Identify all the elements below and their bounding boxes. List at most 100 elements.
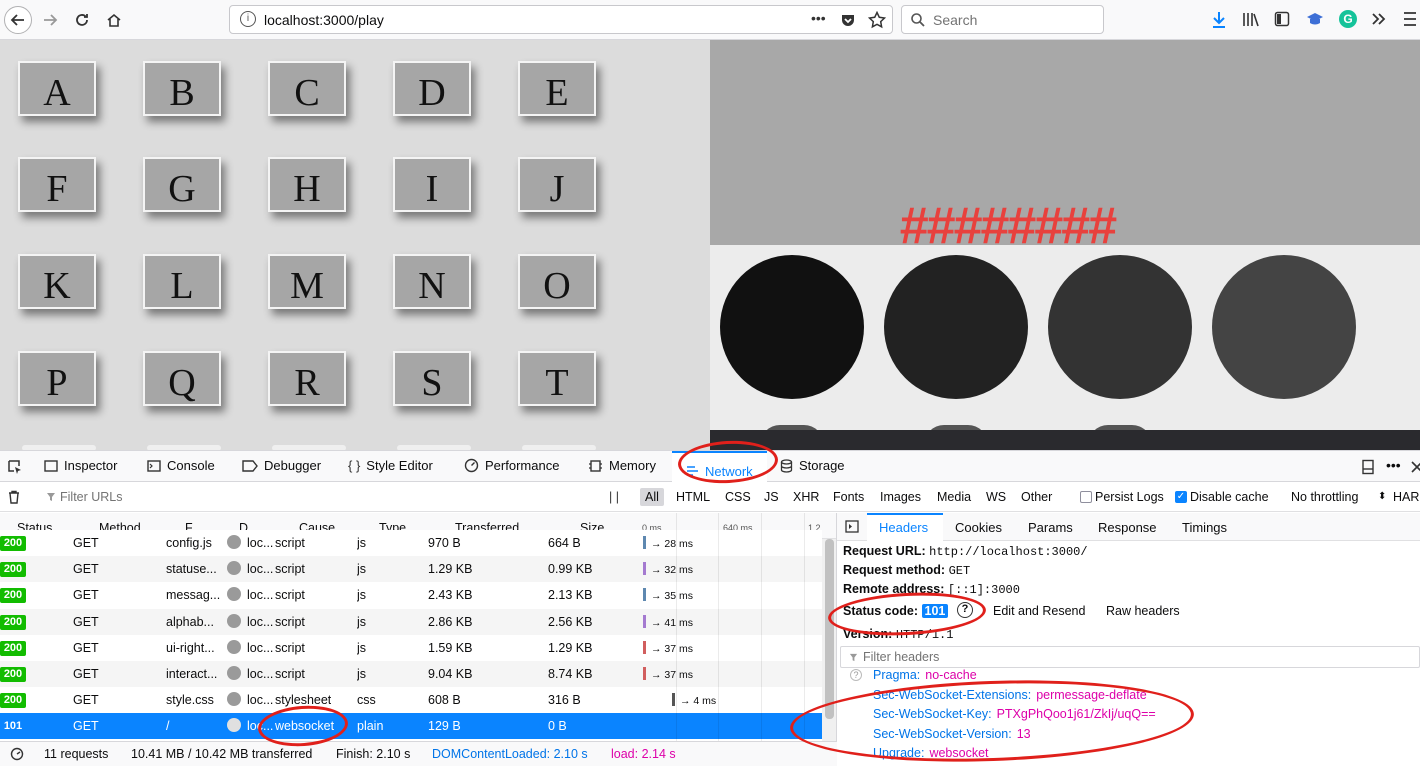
tab-style-editor[interactable]: { } Style Editor [348, 458, 433, 473]
dock-toggle-icon[interactable] [1361, 459, 1375, 475]
toggle-sidebar-icon[interactable] [845, 520, 859, 533]
type-filter-media[interactable]: Media [937, 490, 971, 504]
letter-key[interactable]: J [518, 157, 596, 212]
cell-cause: script [275, 562, 305, 576]
overflow-chevron-icon[interactable] [1371, 12, 1387, 26]
tab-inspector[interactable]: Inspector [44, 458, 117, 473]
pocket-icon[interactable] [840, 12, 856, 28]
url-bar[interactable]: i localhost:3000/play ••• [229, 5, 893, 34]
letter-key[interactable]: P [18, 351, 96, 406]
letter-key[interactable]: F [18, 157, 96, 212]
tab-performance[interactable]: Performance [464, 458, 559, 473]
tab-console[interactable]: Console [147, 458, 215, 473]
tab-memory[interactable]: Memory [588, 458, 656, 473]
cell-domain: loc... [247, 615, 274, 629]
search-bar[interactable]: Search [901, 5, 1104, 34]
type-filter-css[interactable]: CSS [725, 490, 751, 504]
back-button[interactable] [4, 6, 32, 34]
letter-key[interactable]: H [268, 157, 346, 212]
letter-key[interactable]: G [143, 157, 221, 212]
tab-response[interactable]: Response [1098, 520, 1157, 535]
raw-headers-toggle[interactable]: Raw headers [1106, 604, 1180, 618]
table-row[interactable]: 200 GET config.js loc... script js 970 B 664 B →… [0, 530, 822, 556]
close-devtools-icon[interactable] [1411, 461, 1420, 473]
table-row[interactable]: 200 GET ui-right... loc... script js 1.59 KB 1.… [0, 635, 822, 661]
type-filter-xhr[interactable]: XHR [793, 490, 819, 504]
letter-key[interactable]: A [18, 61, 96, 116]
table-row[interactable]: 200 GET style.css loc... stylesheet css 608 B3… [0, 687, 822, 713]
letter-key[interactable]: K [18, 254, 96, 309]
page-actions-icon[interactable]: ••• [811, 10, 826, 26]
letter-key[interactable]: D [393, 61, 471, 116]
menu-icon[interactable] [1402, 9, 1416, 29]
table-row[interactable]: 200 GET messag... loc... script js 2.43 KB 2.13… [0, 582, 822, 608]
extension-cap-icon[interactable] [1306, 11, 1324, 27]
game-circle[interactable] [1212, 255, 1356, 399]
cell-method: GET [73, 536, 99, 550]
persist-logs-checkbox[interactable] [1080, 491, 1092, 503]
tab-params[interactable]: Params [1028, 520, 1073, 535]
edit-resend-button[interactable]: Edit and Resend [993, 604, 1085, 618]
console-icon [147, 459, 161, 472]
disable-cache-checkbox[interactable]: ✓ [1175, 491, 1187, 503]
letter-key[interactable]: L [143, 254, 221, 309]
element-picker-icon[interactable] [7, 459, 23, 475]
tab-headers[interactable]: Headers [867, 513, 943, 541]
library-icon[interactable] [1242, 11, 1260, 27]
table-row[interactable]: 200 GET statuse... loc... script js 1.29 KB 0.9… [0, 556, 822, 582]
table-row[interactable]: 200 GET interact... loc... script js 9.04 KB 8.… [0, 661, 822, 687]
letter-key[interactable]: O [518, 254, 596, 309]
game-circle[interactable] [1048, 255, 1192, 399]
tab-cookies[interactable]: Cookies [955, 520, 1002, 535]
type-filter-images[interactable]: Images [880, 490, 921, 504]
site-info-icon[interactable]: i [240, 11, 256, 27]
table-row[interactable]: 101 GET / loc... websocket plain 129 B0 B [0, 713, 822, 739]
bookmark-star-icon[interactable] [868, 11, 886, 29]
game-circle[interactable] [720, 255, 864, 399]
har-menu[interactable]: HAR [1393, 490, 1419, 504]
url-text[interactable]: localhost:3000/play [264, 12, 384, 28]
letter-key[interactable]: S [393, 351, 471, 406]
letter-key[interactable]: C [268, 61, 346, 116]
grammarly-icon[interactable]: G [1339, 10, 1357, 28]
devtools-options-icon[interactable]: ••• [1386, 457, 1401, 473]
forward-button[interactable] [36, 6, 64, 34]
download-icon[interactable] [1211, 11, 1227, 29]
letter-key[interactable]: T [518, 351, 596, 406]
home-button[interactable] [100, 6, 128, 34]
search-icon [911, 13, 925, 27]
reload-button[interactable] [68, 6, 96, 34]
type-filter-ws[interactable]: WS [986, 490, 1006, 504]
cell-domain: loc... [247, 588, 274, 602]
type-filter-fonts[interactable]: Fonts [833, 490, 864, 504]
type-filter-all[interactable]: All [640, 488, 664, 506]
forward-arrow-icon [44, 14, 58, 26]
filter-urls-input[interactable]: Filter URLs [60, 490, 123, 504]
request-method-line: Request method: GET [843, 563, 970, 578]
letter-key[interactable]: Q [143, 351, 221, 406]
trash-icon[interactable] [7, 490, 21, 504]
throttling-select[interactable]: No throttling [1291, 490, 1358, 504]
tab-timings[interactable]: Timings [1182, 520, 1227, 535]
letter-key[interactable]: N [393, 254, 471, 309]
letter-key[interactable]: R [268, 351, 346, 406]
letter-key[interactable]: I [393, 157, 471, 212]
type-filter-html[interactable]: HTML [676, 490, 710, 504]
header-help-icon[interactable]: ? [850, 669, 862, 681]
letter-key[interactable]: M [268, 254, 346, 309]
performance-analysis-icon[interactable] [10, 747, 24, 761]
table-row[interactable]: 200 GET alphab... loc... script js 2.86 KB 2.56… [0, 609, 822, 635]
letter-key[interactable]: E [518, 61, 596, 116]
finish-time: Finish: 2.10 s [336, 747, 411, 761]
type-filter-js[interactable]: JS [764, 490, 779, 504]
header-key: Pragma: [873, 668, 921, 682]
type-filter-other[interactable]: Other [1021, 490, 1052, 504]
sidebar-icon[interactable] [1274, 11, 1290, 27]
filter-headers-input[interactable]: Filter headers [840, 646, 1420, 668]
tab-debugger[interactable]: Debugger [242, 458, 321, 473]
letter-key[interactable]: B [143, 61, 221, 116]
pause-icon[interactable]: | | [609, 490, 619, 504]
tab-storage[interactable]: Storage [780, 458, 845, 473]
game-circle[interactable] [884, 255, 1028, 399]
letter-board: ABCDE FGHIJ KLMNO PQRST [0, 40, 710, 450]
